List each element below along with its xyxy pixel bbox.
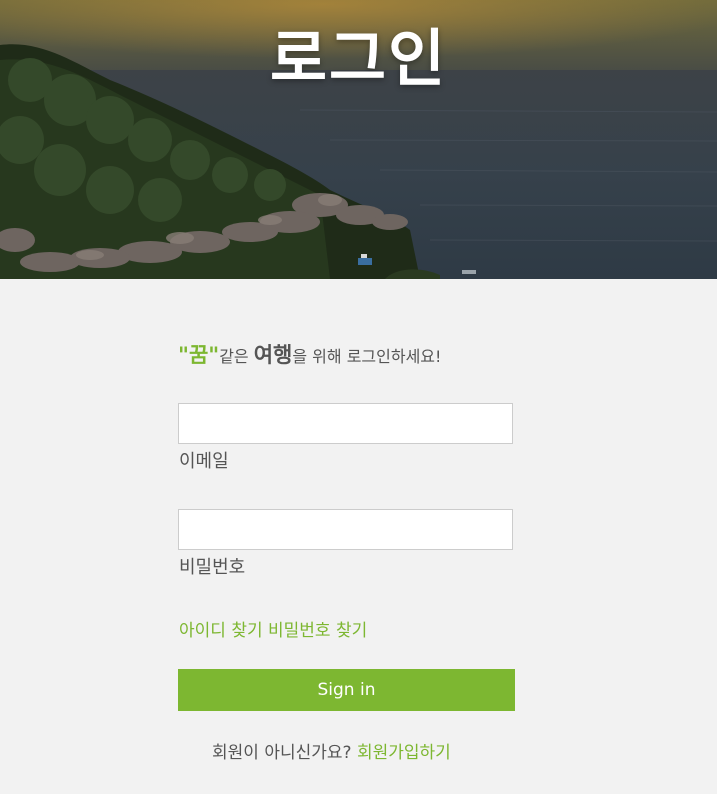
tagline-quote-word: "꿈" (178, 343, 220, 367)
email-label: 이메일 (179, 451, 229, 472)
login-tagline: "꿈"같은 여행을 위해 로그인하세요! (178, 339, 441, 369)
sign-in-button[interactable]: Sign in (178, 669, 515, 711)
password-input[interactable] (178, 509, 513, 550)
find-account-links: 아이디 찾기 비밀번호 찾기 (179, 616, 367, 641)
signup-link[interactable]: 회원가입하기 (357, 743, 451, 763)
find-password-link[interactable]: 비밀번호 찾기 (268, 621, 367, 641)
email-input[interactable] (178, 403, 513, 444)
signup-prompt: 회원이 아니신가요? 회원가입하기 (212, 738, 451, 763)
tagline-bold-word: 여행 (253, 343, 293, 367)
tagline-part1: 같은 (219, 347, 254, 366)
password-label: 비밀번호 (179, 557, 246, 578)
login-panel: "꿈"같은 여행을 위해 로그인하세요! 이메일 비밀번호 아이디 찾기 비밀번… (0, 279, 717, 794)
find-id-link[interactable]: 아이디 찾기 (179, 621, 263, 641)
page-title: 로그인 (269, 22, 448, 95)
tagline-part2: 을 위해 로그인하세요! (292, 347, 442, 366)
hero-banner: 로그인 (0, 0, 717, 279)
signup-prompt-text: 회원이 아니신가요? (212, 743, 357, 763)
